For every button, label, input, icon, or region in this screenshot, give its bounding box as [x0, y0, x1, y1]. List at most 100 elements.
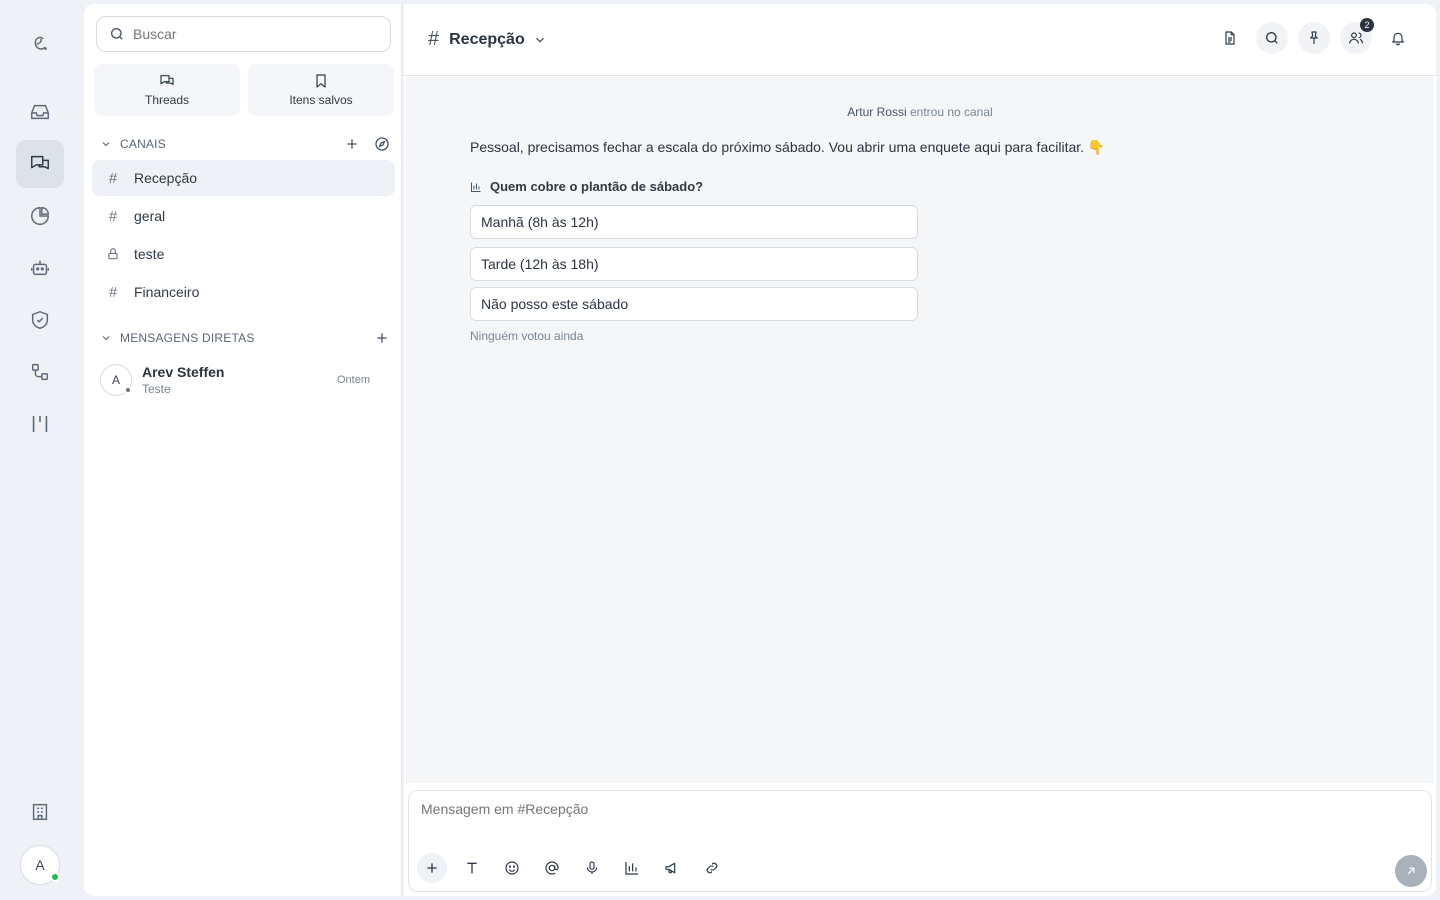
chevron-down-icon[interactable]	[533, 33, 547, 47]
avatar-letter: A	[111, 373, 120, 387]
bell-icon	[1392, 32, 1404, 46]
dm-preview: Teste	[142, 382, 171, 396]
pie-chart-icon[interactable]	[16, 192, 64, 240]
search-icon	[1266, 32, 1278, 44]
at-sign-icon	[545, 861, 559, 875]
channel-item-recepcao[interactable]: # Recepção	[92, 160, 395, 196]
channels-sidebar: Threads Itens salvos CANAIS # Recepção #…	[84, 4, 402, 896]
channel-title[interactable]: Recepção	[449, 31, 525, 49]
bot-icon[interactable]	[16, 244, 64, 292]
message-body: Pessoal, precisamos fechar a escala do p…	[470, 139, 1106, 155]
dm-item-arev-steffen[interactable]: A Arev Steffen Teste Ontem	[100, 362, 370, 398]
bookmark-icon	[316, 74, 326, 88]
pinned-button[interactable]	[1298, 22, 1330, 54]
hash-icon: #	[108, 283, 118, 301]
files-button[interactable]	[1214, 22, 1246, 54]
poll-option-label: Não posso este sábado	[481, 296, 629, 312]
channel-item-teste[interactable]: teste	[92, 236, 395, 272]
add-channel-icon[interactable]	[344, 136, 360, 152]
poll-option-label: Tarde (12h às 18h)	[481, 256, 599, 272]
text-format-icon	[467, 862, 477, 874]
microphone-icon	[586, 861, 598, 874]
status-dot	[124, 386, 132, 394]
user-avatar-letter: A	[35, 857, 45, 873]
workflow-icon[interactable]	[16, 348, 64, 396]
system-message-user[interactable]: Artur Rossi	[847, 105, 906, 119]
search-icon	[111, 28, 123, 40]
threads-label: Threads	[144, 93, 190, 107]
send-button[interactable]	[1395, 855, 1427, 887]
channel-view: # Recepção 2 Artur Rossi entrou no canal…	[404, 4, 1436, 896]
bar-chart-icon	[471, 182, 481, 192]
avatar: A	[100, 364, 132, 396]
channels-section-title: CANAIS	[120, 137, 166, 151]
hash-icon: #	[108, 169, 118, 187]
system-message-text: entrou no canal	[909, 105, 993, 119]
chevron-down-icon	[102, 336, 110, 341]
channels-section-header[interactable]: CANAIS	[100, 132, 390, 156]
channel-name: Recepção	[134, 170, 198, 186]
browse-channels-icon[interactable]	[374, 136, 390, 152]
kanban-icon[interactable]	[16, 400, 64, 448]
online-status-dot	[50, 872, 60, 882]
attach-button[interactable]	[417, 853, 447, 883]
chat-icon[interactable]	[16, 140, 64, 188]
dm-time: Ontem	[336, 374, 370, 386]
send-arrow-icon	[1407, 867, 1415, 875]
lock-icon	[106, 247, 120, 261]
voice-button[interactable]	[577, 853, 607, 883]
add-dm-icon[interactable]	[374, 330, 390, 346]
hash-icon: #	[108, 207, 118, 225]
inbox-icon[interactable]	[16, 88, 64, 136]
saved-items-label: Itens salvos	[289, 93, 353, 107]
channel-name: Financeiro	[134, 284, 200, 300]
bar-chart-icon	[625, 862, 638, 875]
megaphone-icon	[665, 862, 676, 874]
poll-option-unavailable[interactable]: Não posso este sábado	[470, 287, 918, 321]
threads-button[interactable]: Threads	[94, 64, 240, 116]
users-icon	[1349, 32, 1363, 44]
building-icon[interactable]	[16, 788, 64, 836]
app-rail: A	[0, 0, 80, 900]
search-messages-button[interactable]	[1256, 22, 1288, 54]
smile-icon	[505, 861, 519, 875]
search-input[interactable]	[133, 26, 373, 42]
channel-item-financeiro[interactable]: # Financeiro	[92, 274, 395, 310]
link-icon	[706, 862, 718, 874]
hash-icon: #	[428, 28, 440, 50]
user-avatar[interactable]: A	[20, 845, 60, 885]
plus-icon	[427, 863, 437, 873]
format-text-button[interactable]	[457, 853, 487, 883]
poll-option-afternoon[interactable]: Tarde (12h às 18h)	[470, 247, 918, 281]
search-box[interactable]	[96, 16, 391, 52]
pin-icon	[1310, 31, 1318, 44]
chevron-down-icon	[102, 142, 110, 147]
members-button[interactable]: 2	[1340, 18, 1374, 54]
system-message: Artur Rossi entrou no canal	[406, 105, 1434, 119]
message-input[interactable]	[421, 801, 1321, 831]
poll-option-morning[interactable]: Manhã (8h às 12h)	[470, 205, 918, 239]
announcement-button[interactable]	[657, 853, 687, 883]
emoji-button[interactable]	[497, 853, 527, 883]
poll-status-note: Ninguém votou ainda	[470, 329, 584, 343]
mention-button[interactable]	[537, 853, 567, 883]
logo-icon[interactable]	[16, 20, 64, 68]
create-poll-button[interactable]	[617, 853, 647, 883]
poll-option-label: Manhã (8h às 12h)	[481, 214, 599, 230]
saved-items-button[interactable]: Itens salvos	[248, 64, 394, 116]
message-feed: Artur Rossi entrou no canal Pessoal, pre…	[406, 77, 1434, 783]
poll-question-text: Quem cobre o plantão de sábado?	[490, 179, 704, 194]
channel-item-geral[interactable]: # geral	[92, 198, 395, 234]
link-button[interactable]	[697, 853, 727, 883]
shield-check-icon[interactable]	[16, 296, 64, 344]
channel-name: teste	[134, 246, 165, 262]
dms-section-header[interactable]: MENSAGENS DIRETAS	[100, 326, 390, 350]
document-icon	[1225, 31, 1235, 45]
message-composer	[408, 790, 1432, 892]
channel-header: # Recepção 2	[404, 4, 1436, 76]
dms-section-title: MENSAGENS DIRETAS	[120, 331, 255, 345]
notifications-button[interactable]	[1382, 22, 1414, 54]
members-count-badge: 2	[1360, 18, 1374, 32]
threads-icon	[160, 75, 174, 85]
poll-question: Quem cobre o plantão de sábado?	[470, 179, 703, 194]
